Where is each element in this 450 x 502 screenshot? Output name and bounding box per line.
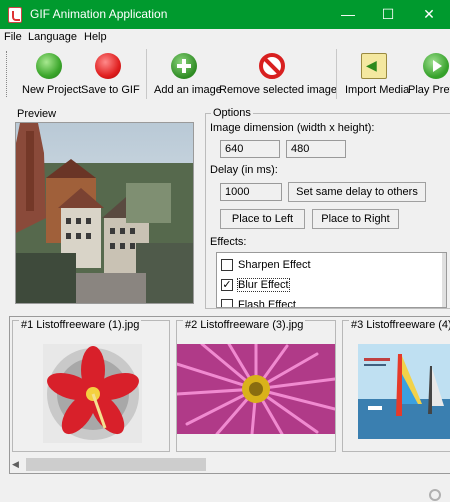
new-project-icon bbox=[36, 53, 62, 79]
place-right-button[interactable]: Place to Right bbox=[312, 209, 399, 229]
remove-image-icon bbox=[259, 53, 285, 79]
delay-label: Delay (in ms): bbox=[210, 164, 278, 176]
preview-image bbox=[15, 122, 194, 304]
sharpen-label: Sharpen Effect bbox=[238, 259, 311, 271]
thumbnail-card[interactable]: #2 Listoffreeware (3).jpg bbox=[176, 319, 336, 452]
options-label: Options bbox=[211, 107, 253, 119]
import-media-label: Import Media bbox=[345, 84, 410, 96]
thumbnail-image bbox=[358, 344, 450, 439]
menu-bar: File Language Help bbox=[0, 29, 450, 47]
thumbnail-image bbox=[43, 344, 142, 443]
blur-label: Blur Effect bbox=[237, 278, 290, 292]
remove-image-label: Remove selected image bbox=[219, 84, 338, 96]
import-media-icon bbox=[361, 53, 387, 79]
play-preview-icon bbox=[423, 53, 449, 79]
remove-image-button[interactable]: Remove selected image bbox=[218, 50, 337, 100]
thumbnail-caption: #2 Listoffreeware (3).jpg bbox=[183, 319, 306, 331]
add-image-button[interactable]: Add an image bbox=[153, 50, 222, 100]
dimension-label: Image dimension (width x height): bbox=[210, 122, 375, 134]
new-project-label: New Project bbox=[22, 84, 82, 96]
preview-panel: Preview bbox=[12, 108, 202, 306]
new-project-button[interactable]: New Project bbox=[20, 50, 82, 100]
toolbar: New Project Save to GIF Add an image Rem… bbox=[0, 47, 450, 102]
effects-scrollbar[interactable] bbox=[442, 253, 446, 307]
scrollbar-thumb[interactable] bbox=[26, 458, 206, 471]
add-image-icon bbox=[171, 53, 197, 79]
menu-file[interactable]: File bbox=[4, 31, 22, 43]
thumbnail-image bbox=[177, 344, 335, 434]
save-gif-icon bbox=[95, 53, 121, 79]
effects-list: Sharpen Effect ✓ Blur Effect Flash Effec… bbox=[216, 252, 447, 308]
window-title: GIF Animation Application bbox=[30, 7, 168, 21]
effects-label: Effects: bbox=[210, 236, 247, 248]
add-image-label: Add an image bbox=[154, 84, 222, 96]
place-left-button[interactable]: Place to Left bbox=[220, 209, 305, 229]
width-field[interactable]: 640 bbox=[220, 140, 280, 158]
play-preview-button[interactable]: Play Previ bbox=[407, 50, 450, 100]
scroll-left-arrow[interactable]: ◀ bbox=[12, 459, 19, 470]
menu-help[interactable]: Help bbox=[84, 31, 107, 43]
thumbnail-card[interactable]: #1 Listoffreeware (1).jpg bbox=[12, 319, 170, 452]
status-bar bbox=[0, 480, 450, 502]
title-bar: GIF Animation Application — ☐ ✕ bbox=[0, 0, 450, 29]
flash-checkbox[interactable] bbox=[221, 299, 233, 307]
menu-language[interactable]: Language bbox=[28, 31, 77, 43]
save-to-gif-label: Save to GIF bbox=[81, 84, 140, 96]
maximize-button[interactable]: ☐ bbox=[368, 0, 408, 29]
thumbnail-strip: #1 Listoffreeware (1).jpg #2 Listoffreew… bbox=[9, 316, 450, 474]
close-button[interactable]: ✕ bbox=[409, 0, 449, 29]
flash-label: Flash Effect bbox=[238, 299, 296, 308]
height-field[interactable]: 480 bbox=[286, 140, 346, 158]
options-panel: Image dimension (width x height): 640 48… bbox=[205, 113, 450, 309]
toolbar-separator bbox=[146, 49, 147, 99]
toolbar-grip[interactable] bbox=[6, 51, 9, 97]
play-preview-label: Play Previ bbox=[408, 84, 450, 96]
import-media-button[interactable]: Import Media bbox=[344, 50, 409, 100]
minimize-button[interactable]: — bbox=[328, 0, 368, 29]
toolbar-separator bbox=[336, 49, 337, 99]
thumbnail-scrollbar[interactable]: ◀ bbox=[10, 457, 450, 473]
busy-indicator-icon bbox=[429, 489, 441, 501]
save-to-gif-button[interactable]: Save to GIF bbox=[80, 50, 140, 100]
blur-checkbox[interactable]: ✓ bbox=[221, 279, 233, 291]
thumbnail-caption: #3 Listoffreeware (4).jpg bbox=[349, 319, 450, 331]
thumbnail-caption: #1 Listoffreeware (1).jpg bbox=[19, 319, 142, 331]
app-icon bbox=[8, 7, 22, 23]
delay-field[interactable]: 1000 bbox=[220, 183, 282, 201]
sharpen-checkbox[interactable] bbox=[221, 259, 233, 271]
preview-label: Preview bbox=[15, 108, 59, 120]
set-same-delay-button[interactable]: Set same delay to others bbox=[288, 182, 426, 202]
thumbnail-card[interactable]: #3 Listoffreeware (4).jpg bbox=[342, 319, 450, 452]
